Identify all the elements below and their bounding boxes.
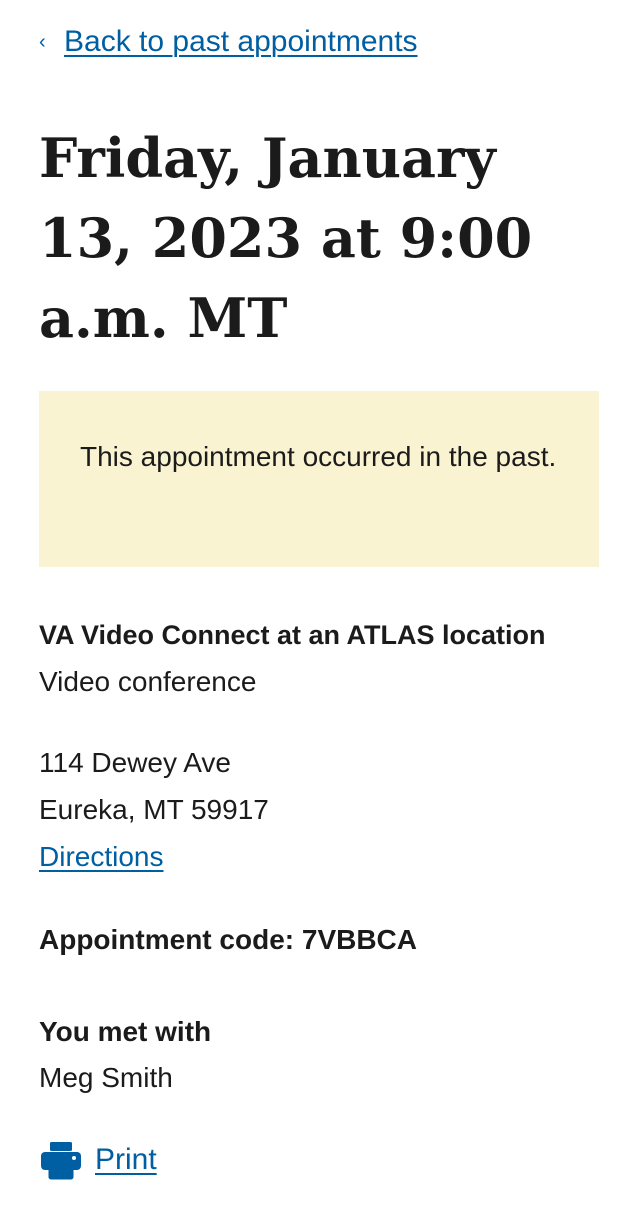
page-title: Friday, January 13, 2023 at 9:00 a.m. MT: [39, 126, 533, 350]
chevron-left-icon: ‹: [39, 31, 46, 53]
met-with-heading: You met with: [39, 1016, 212, 1047]
printer-icon: [39, 1140, 83, 1180]
print-link-label[interactable]: Print: [95, 1136, 157, 1183]
print-button[interactable]: Print: [39, 1136, 157, 1183]
address-city-state-zip: Eureka, MT 59917: [39, 794, 269, 825]
provider-name: Meg Smith: [39, 1062, 173, 1093]
appointment-type-subtitle: Video conference: [39, 666, 257, 697]
directions-link[interactable]: Directions: [39, 833, 163, 880]
back-to-past-appointments-link[interactable]: Back to past appointments: [64, 22, 418, 62]
appointment-code: Appointment code: 7VBBCA: [39, 924, 417, 955]
alert-text: This appointment occurred in the past.: [80, 441, 557, 472]
appointment-type-heading: VA Video Connect at an ATLAS location: [39, 620, 546, 650]
breadcrumb: ‹ Back to past appointments: [39, 22, 418, 62]
address-street: 114 Dewey Ave: [39, 747, 231, 778]
past-appointment-alert: This appointment occurred in the past.: [39, 391, 599, 567]
